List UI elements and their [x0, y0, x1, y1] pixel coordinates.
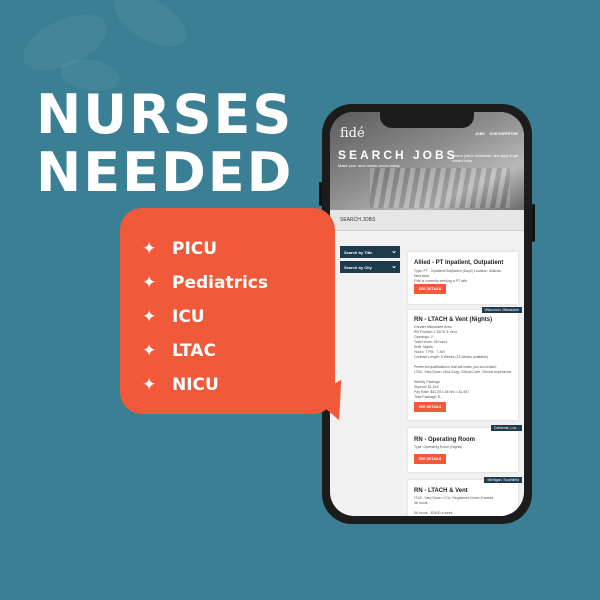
job-card: California, Los... RN - Operating Room T…	[408, 425, 522, 472]
specialty-label: ICU	[172, 307, 205, 327]
search-by-title-dropdown[interactable]: Search by Title ⌄	[340, 246, 400, 258]
specialty-label: LTAC	[172, 341, 216, 361]
job-card: Michigan, Southfield RN - LTACH & Vent L…	[408, 477, 522, 516]
specialty-item: ✦ ICU	[142, 300, 335, 334]
job-card: Wisconsin, Milwaukee RN - LTACH & Vent (…	[408, 307, 522, 420]
specialties-list: ✦ PICU ✦ Pediatrics ✦ ICU ✦ LTAC ✦ NICU	[120, 208, 335, 402]
search-jobs-label: SEARCH JOBS	[340, 217, 376, 223]
job-details: LTAC, Step Down / ICU, Registered Nurse …	[414, 496, 494, 515]
hero-description: Search jobs in healthcare, and apply to …	[452, 154, 519, 163]
power-button	[532, 204, 535, 242]
search-jobs-bar: SEARCH JOBS	[330, 210, 524, 231]
job-details: Type: Operating Room (Nights)	[414, 445, 463, 449]
sparkle-icon: ✦	[142, 238, 157, 259]
phone-mockup: fidé JOBS OUR EXPERTISE SEARCH JOBS Make…	[319, 104, 535, 524]
see-details-button[interactable]: SEE DETAILS	[414, 454, 446, 464]
location-tag: California, Los...	[490, 425, 522, 431]
hero-subtitle: Make your next career move today	[338, 163, 400, 168]
specialty-item: ✦ Pediatrics	[142, 266, 335, 300]
filter-label: Search by City	[344, 265, 372, 270]
leaf-decoration	[105, 0, 195, 58]
job-title[interactable]: RN - LTACH & Vent (Nights)	[414, 317, 492, 323]
sparkle-icon: ✦	[142, 340, 157, 361]
volume-up-button	[319, 182, 322, 206]
job-title[interactable]: Allied - PT Inpatient, Outpatient	[414, 260, 503, 266]
location-tag: Michigan, Southfield	[484, 477, 522, 483]
job-details: Type: PT - Inpatient/Outpatient (Days) L…	[414, 269, 503, 283]
specialty-item: ✦ NICU	[142, 368, 335, 402]
see-details-button[interactable]: SEE DETAILS	[414, 284, 446, 294]
job-details: Greater Milwaukee Area RN Position: LTAC…	[414, 325, 512, 399]
chevron-down-icon: ⌄	[391, 248, 397, 255]
specialty-label: PICU	[172, 239, 218, 259]
nav-our-expertise[interactable]: OUR EXPERTISE	[490, 132, 518, 136]
sparkle-icon: ✦	[142, 272, 157, 293]
phone-notch	[380, 112, 474, 128]
specialty-label: Pediatrics	[172, 273, 268, 293]
chevron-down-icon: ⌄	[391, 263, 397, 270]
specialty-label: NICU	[172, 375, 219, 395]
headline-line-2: NEEDED	[36, 141, 294, 204]
search-by-city-dropdown[interactable]: Search by City ⌄	[340, 261, 400, 273]
job-card: Allied - PT Inpatient, Outpatient Type: …	[408, 252, 518, 304]
filter-label: Search by Title	[344, 250, 373, 255]
top-nav: JOBS OUR EXPERTISE	[475, 132, 518, 136]
see-details-button[interactable]: SEE DETAILS	[414, 402, 446, 412]
job-title[interactable]: RN - Operating Room	[414, 437, 475, 443]
hero-title: SEARCH JOBS	[338, 148, 458, 162]
nav-jobs[interactable]: JOBS	[475, 132, 485, 136]
location-tag: Wisconsin, Milwaukee	[481, 307, 522, 313]
headline-line-1: NURSES	[36, 83, 294, 146]
job-title[interactable]: RN - LTACH & Vent	[414, 488, 468, 494]
phone-screen: fidé JOBS OUR EXPERTISE SEARCH JOBS Make…	[330, 112, 524, 516]
sparkle-icon: ✦	[142, 306, 157, 327]
specialty-item: ✦ PICU	[142, 232, 335, 266]
keyboard-photo	[370, 168, 510, 208]
headline: NURSES NEEDED	[36, 86, 294, 202]
specialty-item: ✦ LTAC	[142, 334, 335, 368]
sparkle-icon: ✦	[142, 374, 157, 395]
fide-logo[interactable]: fidé	[340, 126, 365, 141]
specialties-speech-bubble: ✦ PICU ✦ Pediatrics ✦ ICU ✦ LTAC ✦ NICU	[120, 208, 335, 414]
